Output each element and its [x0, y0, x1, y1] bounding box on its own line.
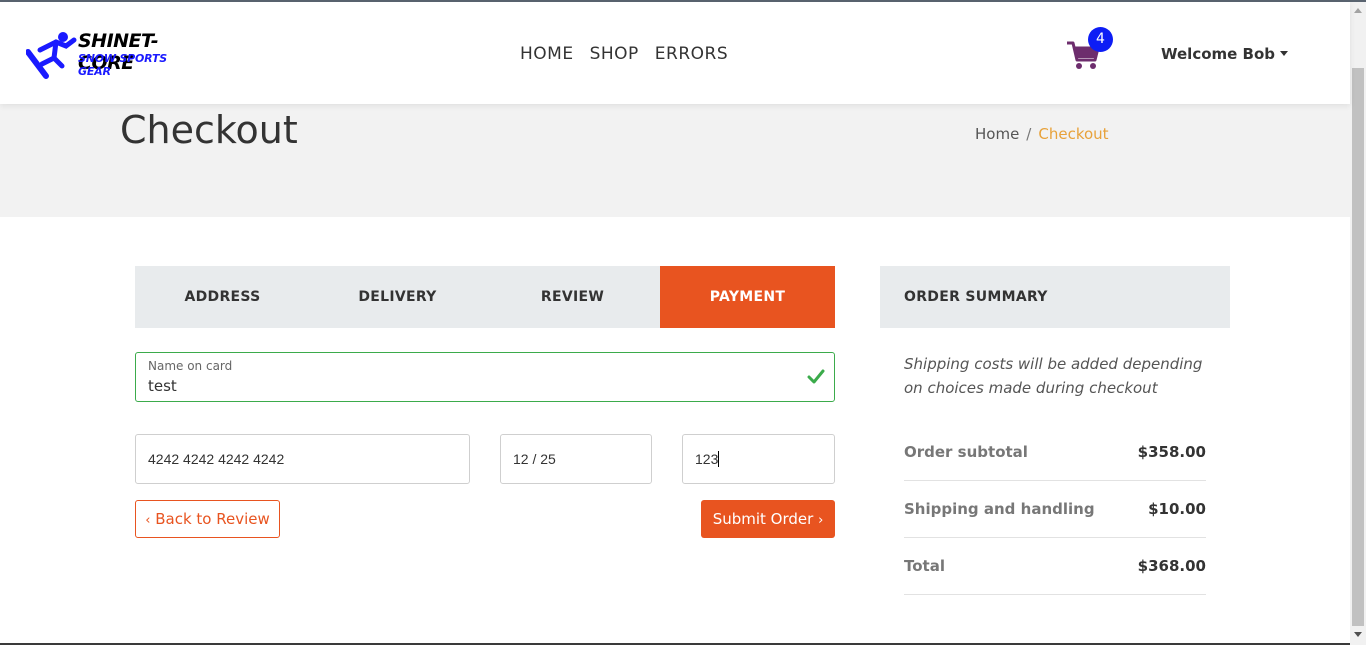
name-on-card-field[interactable]: Name on card test: [135, 352, 835, 402]
page-title: Checkout: [120, 108, 298, 152]
shipping-note: Shipping costs will be added depending o…: [904, 355, 1203, 397]
summary-label: Order subtotal: [904, 443, 1028, 461]
caret-down-icon: [1280, 51, 1289, 56]
scroll-down-arrow-icon[interactable]: [1354, 632, 1362, 637]
submit-order-button[interactable]: Submit Order ›: [701, 500, 835, 538]
text-cursor: [718, 451, 720, 467]
card-number-input[interactable]: 4242 4242 4242 4242: [135, 434, 470, 484]
main-nav: HOME SHOP ERRORS: [520, 44, 728, 64]
user-menu-toggle[interactable]: Welcome Bob: [1161, 45, 1289, 63]
tab-payment[interactable]: PAYMENT: [660, 266, 835, 328]
site-header: SHINET-CORE SNOW SPORTS GEAR HOME SHOP E…: [0, 2, 1350, 104]
snowboarder-icon: [26, 32, 77, 79]
summary-row-total: Total $368.00: [904, 538, 1206, 595]
submit-button-label: Submit Order: [712, 510, 814, 528]
brand-tagline: SNOW SPORTS GEAR: [78, 52, 167, 78]
scroll-up-arrow-icon[interactable]: [1354, 8, 1362, 13]
summary-value: $358.00: [1137, 443, 1206, 461]
breadcrumb-current: Checkout: [1038, 125, 1109, 143]
card-cvc-input[interactable]: 123: [682, 434, 835, 484]
summary-row-subtotal: Order subtotal $358.00: [904, 424, 1206, 481]
welcome-label: Welcome Bob: [1161, 45, 1276, 63]
nav-home-link[interactable]: HOME: [520, 44, 574, 64]
tab-review[interactable]: REVIEW: [485, 266, 660, 328]
breadcrumb-home-link[interactable]: Home: [975, 125, 1019, 143]
cart-count-badge: 4: [1088, 27, 1113, 52]
summary-label: Shipping and handling: [904, 500, 1095, 518]
back-to-review-button[interactable]: ‹ Back to Review: [135, 500, 280, 538]
scrollbar-thumb[interactable]: [1352, 68, 1364, 626]
summary-label: Total: [904, 557, 945, 575]
brand-logo[interactable]: SHINET-CORE SNOW SPORTS GEAR: [26, 30, 196, 80]
name-on-card-label: Name on card: [148, 359, 233, 373]
summary-value: $368.00: [1137, 557, 1206, 575]
chevron-right-icon: ›: [818, 513, 824, 528]
back-button-label: Back to Review: [155, 510, 270, 528]
order-summary-heading: ORDER SUMMARY: [880, 266, 1230, 328]
page-title-band: Checkout Home / Checkout: [0, 104, 1350, 217]
breadcrumb: Home / Checkout: [975, 125, 1109, 143]
nav-errors-link[interactable]: ERRORS: [655, 44, 728, 64]
tab-address[interactable]: ADDRESS: [135, 266, 310, 328]
valid-check-icon: [807, 369, 825, 384]
card-expiry-input[interactable]: 12 / 25: [500, 434, 652, 484]
tab-delivery[interactable]: DELIVERY: [310, 266, 485, 328]
checkout-steps: ADDRESS DELIVERY REVIEW PAYMENT: [135, 266, 835, 328]
summary-row-shipping: Shipping and handling $10.00: [904, 481, 1206, 538]
breadcrumb-separator: /: [1026, 125, 1032, 143]
page-scrollbar[interactable]: [1350, 2, 1366, 645]
card-cvc-value: 123: [695, 451, 719, 467]
name-on-card-value: test: [148, 377, 177, 395]
summary-value: $10.00: [1148, 500, 1206, 518]
chevron-left-icon: ‹: [145, 513, 151, 528]
nav-shop-link[interactable]: SHOP: [590, 44, 639, 64]
